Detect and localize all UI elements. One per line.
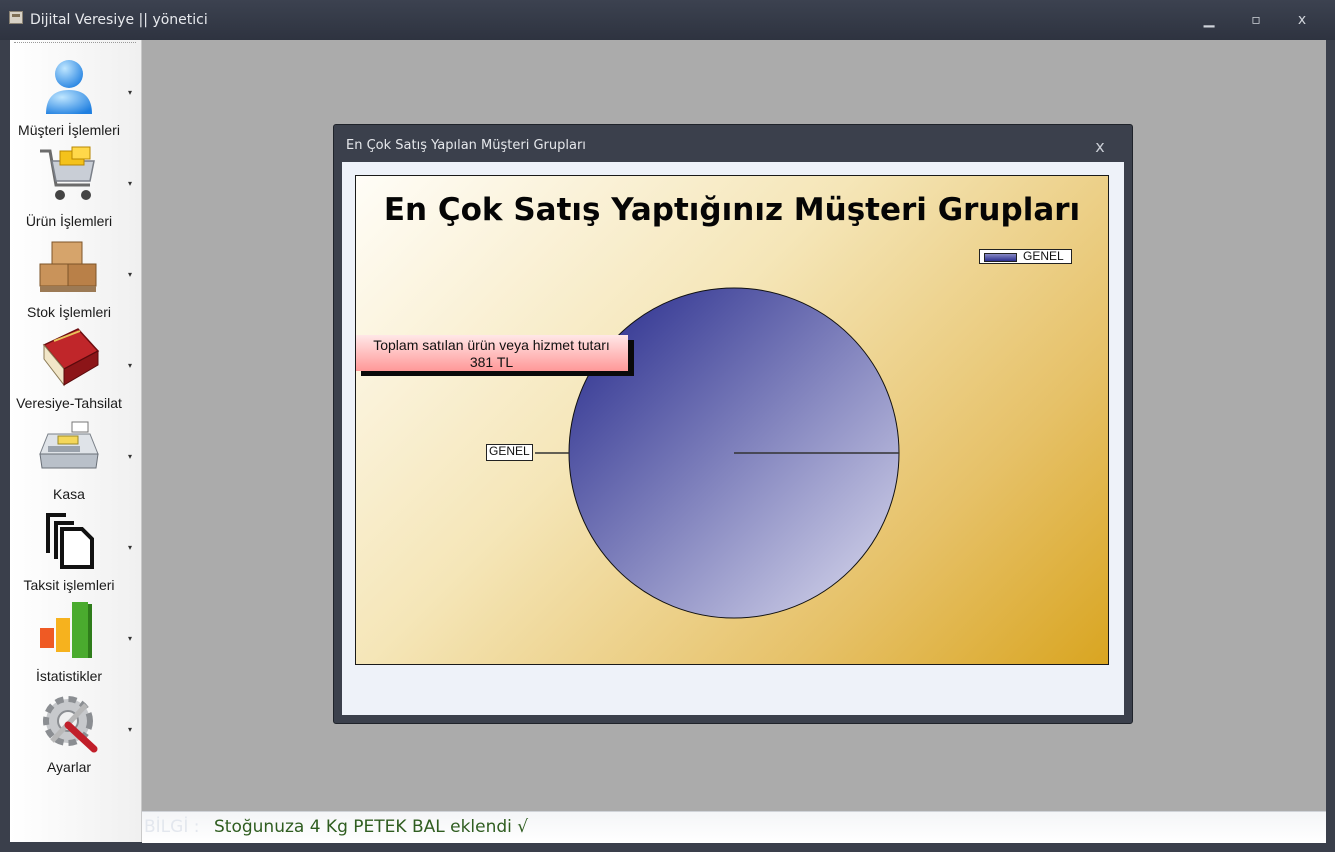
legend-label: GENEL (1023, 249, 1064, 263)
chevron-down-icon: ▾ (128, 634, 133, 643)
chart-title: En Çok Satış Yaptığınız Müşteri Grupları (383, 192, 1081, 228)
chevron-down-icon: ▾ (128, 179, 133, 188)
chart-dialog: En Çok Satış Yapılan Müşteri Grupları x … (333, 124, 1133, 724)
sidebar-divider (14, 42, 136, 43)
cash-register-icon (39, 421, 99, 469)
sidebar-item-label: Ürün İşlemleri (25, 213, 113, 229)
chart-panel: En Çok Satış Yaptığınız Müşteri Grupları… (355, 175, 1109, 665)
dialog-close-button[interactable]: x (1090, 137, 1110, 157)
status-prefix: BİLGİ : (144, 817, 200, 837)
app-icon (9, 11, 23, 24)
settings-gear-icon (43, 696, 98, 753)
ledger-book-icon (42, 328, 100, 387)
window-title: Dijital Veresiye || yönetici (30, 12, 208, 28)
sidebar-item-kasa[interactable]: Kasa ▾ (10, 410, 141, 502)
user-icon (46, 60, 92, 114)
sidebar: Müşteri İşlemleri ▾ Ürün İşlemleri ▾ Sto… (10, 40, 142, 842)
sidebar-item-ayarlar[interactable]: Ayarlar ▾ (10, 683, 141, 775)
bar-chart-icon (40, 602, 92, 658)
total-sales-label: Toplam satılan ürün veya hizmet tutarı (373, 337, 610, 353)
sidebar-item-veresiye-tahsilat[interactable]: Veresiye-Tahsilat ▾ (10, 319, 141, 411)
sidebar-item-label: Kasa (53, 486, 85, 502)
app-window: Dijital Veresiye || yönetici ▁ ▫ x Müşte… (0, 0, 1335, 852)
sidebar-item-taksit-islemleri[interactable]: Taksit işlemleri ▾ (10, 501, 141, 593)
close-button[interactable]: x (1291, 10, 1313, 30)
sidebar-item-stok-islemleri[interactable]: Stok İşlemleri ▾ (10, 228, 141, 320)
sidebar-item-label: Stok İşlemleri (26, 304, 112, 320)
sidebar-item-label: Ayarlar (46, 759, 92, 775)
chevron-down-icon: ▾ (128, 543, 133, 552)
legend-swatch (984, 253, 1017, 262)
boxes-icon (39, 241, 97, 292)
sidebar-item-istatistikler[interactable]: İstatistikler ▾ (10, 592, 141, 684)
title-bar[interactable]: Dijital Veresiye || yönetici ▁ ▫ x (0, 0, 1335, 40)
slice-label: GENEL (486, 444, 533, 461)
sidebar-item-label: Taksit işlemleri (23, 577, 115, 593)
documents-icon (46, 513, 94, 569)
sidebar-item-label: Müşteri İşlemleri (18, 122, 120, 138)
chevron-down-icon: ▾ (128, 452, 133, 461)
sidebar-item-urun-islemleri[interactable]: Ürün İşlemleri ▾ (10, 137, 141, 229)
sidebar-item-label: İstatistikler (35, 668, 103, 684)
chevron-down-icon: ▾ (128, 88, 133, 97)
total-sales-annotation: Toplam satılan ürün veya hizmet tutarı 3… (356, 335, 628, 371)
minimize-button[interactable]: ▁ (1198, 10, 1220, 30)
chevron-down-icon: ▾ (128, 270, 133, 279)
chart-legend: GENEL (979, 249, 1072, 264)
sidebar-item-musteri-islemleri[interactable]: Müşteri İşlemleri ▾ (10, 46, 141, 138)
status-message: Stoğunuza 4 Kg PETEK BAL eklendi √ (214, 817, 529, 837)
chevron-down-icon: ▾ (128, 361, 133, 370)
maximize-button[interactable]: ▫ (1245, 10, 1267, 30)
shopping-cart-icon (40, 146, 95, 200)
chevron-down-icon: ▾ (128, 725, 133, 734)
status-bar: BİLGİ : Stoğunuza 4 Kg PETEK BAL eklendi… (142, 811, 1326, 843)
total-sales-value: 381 TL (469, 354, 514, 370)
dialog-body: En Çok Satış Yaptığınız Müşteri Grupları… (342, 162, 1124, 715)
sidebar-item-label: Veresiye-Tahsilat (16, 395, 122, 411)
dialog-title: En Çok Satış Yapılan Müşteri Grupları (346, 138, 586, 153)
